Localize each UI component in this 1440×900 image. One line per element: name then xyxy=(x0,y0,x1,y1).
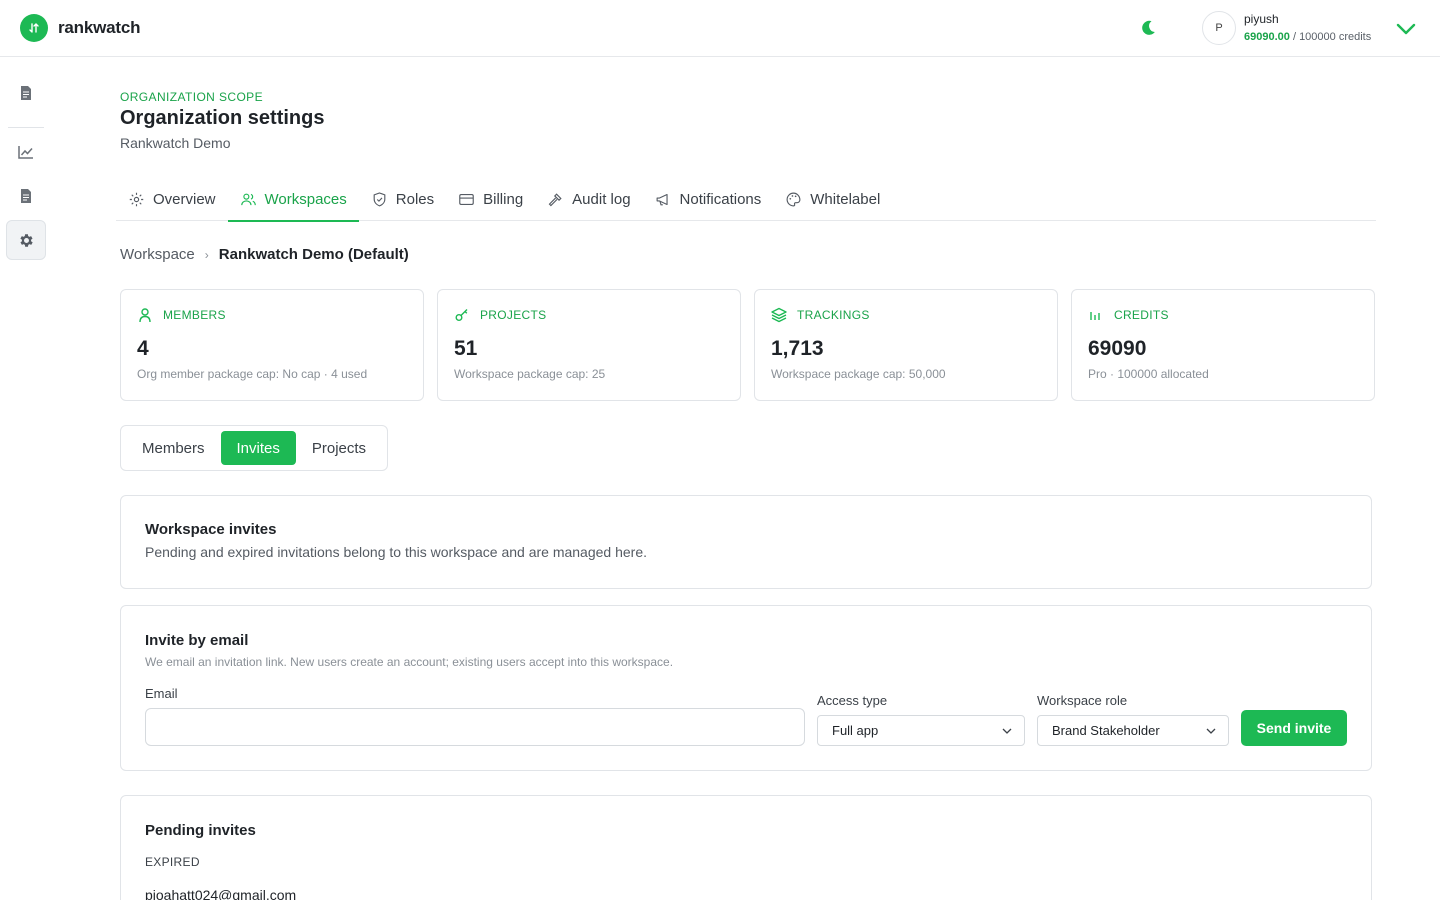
tab-notifications[interactable]: Notifications xyxy=(643,177,774,221)
chevron-down-icon xyxy=(1206,728,1216,734)
user-icon xyxy=(139,308,151,323)
page-title: Organization settings xyxy=(120,107,325,129)
document-icon xyxy=(21,189,31,203)
layers-icon xyxy=(771,307,787,323)
tab-audit-log[interactable]: Audit log xyxy=(535,177,642,221)
stat-value: 51 xyxy=(454,337,478,360)
sidebar-item-reports[interactable] xyxy=(6,176,46,216)
tab-label: Workspaces xyxy=(264,190,347,208)
theme-toggle-moon-icon[interactable] xyxy=(1138,18,1158,38)
stat-label: PROJECTS xyxy=(480,308,547,322)
tab-label: Roles xyxy=(395,190,435,208)
avatar: P xyxy=(1202,11,1236,45)
sidebar xyxy=(0,57,52,900)
sidebar-item-settings[interactable] xyxy=(6,220,46,260)
tab-workspaces[interactable]: Workspaces xyxy=(227,177,360,222)
stat-label: CREDITS xyxy=(1114,308,1169,322)
hammer-icon xyxy=(548,192,562,206)
tab-overview[interactable]: Overview xyxy=(116,177,228,221)
stat-subtext: Workspace package cap: 50,000 xyxy=(771,367,946,381)
card-title: Workspace invites xyxy=(145,521,277,538)
credits-total: / 100000 credits xyxy=(1292,31,1372,43)
workspace-role-label: Workspace role xyxy=(1037,693,1128,708)
bars-icon xyxy=(1090,312,1100,320)
sidebar-item-documents[interactable] xyxy=(6,73,46,113)
email-field[interactable] xyxy=(145,708,805,746)
card-title: Pending invites xyxy=(145,822,256,839)
tab-label: Notifications xyxy=(679,190,762,208)
organization-name: Rankwatch Demo xyxy=(120,135,231,151)
stat-subtext: Pro · 100000 allocated xyxy=(1088,367,1209,381)
email-label: Email xyxy=(145,686,178,701)
chevron-down-icon xyxy=(1002,728,1012,734)
workspace-role-select[interactable]: Brand Stakeholder xyxy=(1037,715,1229,746)
sidebar-item-analytics[interactable] xyxy=(6,132,46,172)
settings-tabs: Overview Workspaces Roles Billing Audit … xyxy=(116,177,1376,222)
breadcrumb-current: Rankwatch Demo (Default) xyxy=(218,246,409,263)
stat-card-credits: CREDITS 69090 Pro · 100000 allocated xyxy=(1071,289,1375,401)
pending-invites-card: Pending invites EXPIRED pjoahatt024@gmai… xyxy=(120,795,1372,900)
gear-icon xyxy=(129,192,144,206)
stat-value: 1,713 xyxy=(771,337,824,360)
stat-card-members: MEMBERS 4 Org member package cap: No cap… xyxy=(120,289,424,401)
tab-label: Audit log xyxy=(572,190,631,208)
card-description: We email an invitation link. New users c… xyxy=(145,655,674,669)
tab-whitelabel[interactable]: Whitelabel xyxy=(773,177,892,221)
stat-value: 4 xyxy=(137,337,149,360)
tab-label: Billing xyxy=(483,190,524,208)
stat-card-projects: PROJECTS 51 Workspace package cap: 25 xyxy=(437,289,741,401)
credit-card-icon xyxy=(459,193,474,205)
send-invite-button[interactable]: Send invite xyxy=(1241,710,1347,746)
workspace-role-value: Brand Stakeholder xyxy=(1052,723,1160,738)
user-menu[interactable]: P piyush 69090.00 / 100000 credits xyxy=(1202,11,1371,45)
megaphone-icon xyxy=(656,193,668,205)
sidebar-divider xyxy=(8,127,44,128)
shield-icon xyxy=(373,191,386,206)
tab-label: Whitelabel xyxy=(810,190,881,208)
users-icon xyxy=(240,193,256,205)
tab-label: Overview xyxy=(153,190,216,208)
invite-form: Email Access type Full app Workspace rol… xyxy=(145,686,1349,748)
workspace-subtabs: Members Invites Projects xyxy=(120,425,389,471)
tab-roles[interactable]: Roles xyxy=(359,177,446,221)
subtab-projects[interactable]: Projects xyxy=(296,431,382,465)
brand-logo-icon xyxy=(20,14,48,42)
chevron-right-icon: › xyxy=(204,247,209,262)
access-type-label: Access type xyxy=(817,693,888,708)
breadcrumb-root[interactable]: Workspace xyxy=(120,246,195,263)
subtab-members[interactable]: Members xyxy=(126,431,221,465)
breadcrumb: Workspace › Rankwatch Demo (Default) xyxy=(120,246,409,263)
credits-used: 69090.00 xyxy=(1244,31,1290,43)
stat-card-trackings: TRACKINGS 1,713 Workspace package cap: 5… xyxy=(754,289,1058,401)
scope-label: ORGANIZATION SCOPE xyxy=(120,90,263,104)
document-icon xyxy=(21,86,31,100)
brand-name: rankwatch xyxy=(58,18,141,37)
card-title: Invite by email xyxy=(145,632,249,649)
invite-email: pjoahatt024@gmail.com xyxy=(145,887,297,900)
stat-label: MEMBERS xyxy=(163,308,226,322)
palette-icon xyxy=(786,192,801,206)
tab-billing[interactable]: Billing xyxy=(446,177,535,221)
workspace-invites-card: Workspace invites Pending and expired in… xyxy=(120,495,1372,589)
card-description: Pending and expired invitations belong t… xyxy=(145,544,647,560)
chart-line-icon xyxy=(18,146,33,159)
user-name: piyush xyxy=(1244,12,1279,26)
chevron-down-icon[interactable] xyxy=(1394,19,1418,39)
brand[interactable]: rankwatch xyxy=(20,14,140,42)
stats-row: MEMBERS 4 Org member package cap: No cap… xyxy=(120,289,1375,401)
stat-value: 69090 xyxy=(1088,337,1147,360)
stat-subtext: Org member package cap: No cap · 4 used xyxy=(137,367,368,381)
stat-label: TRACKINGS xyxy=(797,308,870,322)
stat-subtext: Workspace package cap: 25 xyxy=(454,367,606,381)
key-icon xyxy=(455,309,468,321)
subtab-invites[interactable]: Invites xyxy=(220,431,296,465)
access-type-select[interactable]: Full app xyxy=(817,715,1025,746)
top-bar: rankwatch P piyush 69090.00 / 100000 cre… xyxy=(0,0,1440,57)
gear-icon xyxy=(19,233,33,247)
expired-section-label: EXPIRED xyxy=(145,855,200,869)
invite-by-email-card: Invite by email We email an invitation l… xyxy=(120,605,1372,771)
credits-balance: 69090.00 / 100000 credits xyxy=(1244,29,1371,45)
access-type-value: Full app xyxy=(832,723,879,738)
